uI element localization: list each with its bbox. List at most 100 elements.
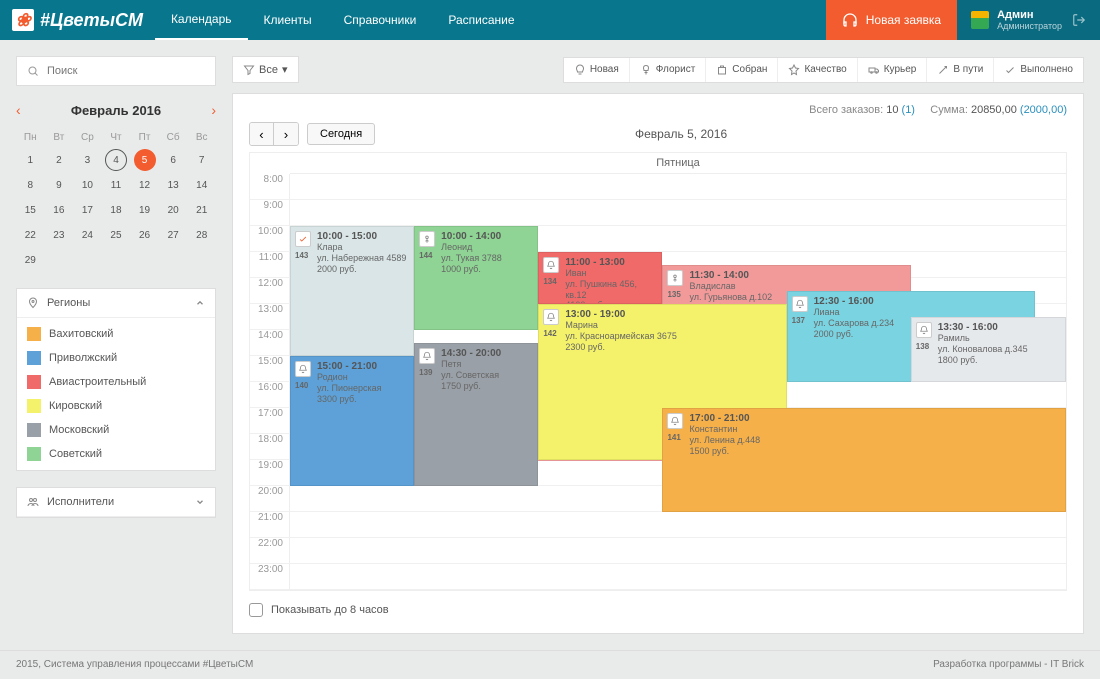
event-time: 11:30 - 14:00 xyxy=(689,270,903,281)
cal-day[interactable]: 8 xyxy=(16,174,45,197)
cal-day[interactable]: 1 xyxy=(16,149,45,172)
new-order-button[interactable]: Новая заявка xyxy=(826,0,957,40)
region-label: Кировский xyxy=(49,400,102,412)
user-box[interactable]: Админ Администратор xyxy=(957,0,1100,40)
show-before-8-checkbox[interactable]: Показывать до 8 часов xyxy=(249,603,1067,617)
cal-day[interactable]: 15 xyxy=(16,199,45,222)
funnel-icon xyxy=(243,64,255,76)
cal-day[interactable]: 29 xyxy=(16,249,45,272)
region-label: Вахитовский xyxy=(49,328,113,340)
status-filter-2[interactable]: Собран xyxy=(705,58,777,82)
search-input[interactable] xyxy=(47,65,205,77)
prev-day-button[interactable]: ‹ xyxy=(250,123,274,145)
region-item[interactable]: Советский xyxy=(17,442,215,466)
cal-day[interactable]: 7 xyxy=(187,149,216,172)
cal-day[interactable]: 14 xyxy=(187,174,216,197)
event-card[interactable]: 14410:00 - 14:00Леонидул. Тукая 37881000… xyxy=(414,226,538,330)
cal-day[interactable]: 17 xyxy=(73,199,102,222)
cal-day[interactable]: 18 xyxy=(102,199,131,222)
region-item[interactable]: Кировский xyxy=(17,394,215,418)
logout-icon[interactable] xyxy=(1072,13,1086,27)
status-filter-5[interactable]: В пути xyxy=(926,58,993,82)
status-filter-0[interactable]: Новая xyxy=(564,58,629,82)
region-item[interactable]: Приволжский xyxy=(17,346,215,370)
event-name: Константин xyxy=(689,424,1059,435)
caret-down-icon: ▾ xyxy=(282,63,288,76)
status-icon xyxy=(868,64,880,76)
event-address: ул. Тукая 3788 xyxy=(441,253,531,264)
event-status-icon xyxy=(295,361,311,377)
cal-day[interactable]: 10 xyxy=(73,174,102,197)
nav-item-3[interactable]: Расписание xyxy=(432,0,530,40)
cal-day[interactable]: 22 xyxy=(16,224,45,247)
region-item[interactable]: Вахитовский xyxy=(17,322,215,346)
cal-day[interactable]: 21 xyxy=(187,199,216,222)
cal-day[interactable]: 5 xyxy=(134,149,156,171)
event-address: ул. Красноармейская 3675 xyxy=(565,331,779,342)
nav-item-1[interactable]: Клиенты xyxy=(248,0,328,40)
cal-day[interactable]: 28 xyxy=(187,224,216,247)
hour-label: 16:00 xyxy=(250,382,290,407)
nav-item-0[interactable]: Календарь xyxy=(155,0,248,40)
event-card[interactable]: 13813:30 - 16:00Рамильул. Коновалова д.3… xyxy=(911,317,1066,382)
status-filter-3[interactable]: Качество xyxy=(777,58,856,82)
search-box[interactable] xyxy=(16,56,216,86)
cal-day[interactable]: 13 xyxy=(159,174,188,197)
cal-day[interactable]: 6 xyxy=(159,149,188,172)
cal-prev-icon[interactable]: ‹ xyxy=(16,102,21,118)
event-time: 13:30 - 16:00 xyxy=(938,322,1059,333)
cal-day[interactable]: 16 xyxy=(45,199,74,222)
nav-item-2[interactable]: Справочники xyxy=(328,0,433,40)
event-card[interactable]: 14310:00 - 15:00Клараул. Набережная 4589… xyxy=(290,226,414,356)
cal-day[interactable]: 24 xyxy=(73,224,102,247)
event-card[interactable]: 14015:00 - 21:00Родионул. Пионерская3300… xyxy=(290,356,414,486)
cal-day[interactable]: 3 xyxy=(73,149,102,172)
logo[interactable]: ❀ #ЦветыСМ xyxy=(0,0,155,40)
hour-label: 17:00 xyxy=(250,408,290,433)
region-item[interactable]: Московский xyxy=(17,418,215,442)
region-item[interactable]: Авиастроительный xyxy=(17,370,215,394)
event-time: 12:30 - 16:00 xyxy=(814,296,1028,307)
cal-day[interactable]: 26 xyxy=(130,224,159,247)
cal-day[interactable]: 11 xyxy=(102,174,131,197)
cal-day[interactable]: 25 xyxy=(102,224,131,247)
event-time: 17:00 - 21:00 xyxy=(689,413,1059,424)
next-day-button[interactable]: › xyxy=(274,123,298,145)
cal-day[interactable]: 2 xyxy=(45,149,74,172)
cal-day[interactable]: 23 xyxy=(45,224,74,247)
region-swatch xyxy=(27,375,41,389)
cal-next-icon[interactable]: › xyxy=(211,102,216,118)
event-card[interactable]: 13914:30 - 20:00Петяул. Советская1750 ру… xyxy=(414,343,538,486)
event-status-icon xyxy=(916,322,932,338)
event-card[interactable]: 14117:00 - 21:00Константинул. Ленина д.4… xyxy=(662,408,1066,512)
event-address: ул. Советская xyxy=(441,370,531,381)
cal-day[interactable]: 19 xyxy=(130,199,159,222)
event-id: 144 xyxy=(419,251,432,260)
status-filter-4[interactable]: Курьер xyxy=(857,58,927,82)
event-price: 2300 руб. xyxy=(565,342,779,353)
status-filters: НоваяФлористСобранКачествоКурьерВ путиВы… xyxy=(563,57,1084,83)
users-icon xyxy=(27,496,39,508)
today-button[interactable]: Сегодня xyxy=(307,123,375,145)
region-swatch xyxy=(27,447,41,461)
filter-all-button[interactable]: Все ▾ xyxy=(232,56,299,83)
status-icon xyxy=(574,64,586,76)
event-id: 135 xyxy=(667,290,680,299)
cal-day[interactable]: 9 xyxy=(45,174,74,197)
event-name: Иван xyxy=(565,268,655,279)
status-filter-1[interactable]: Флорист xyxy=(629,58,706,82)
cal-day[interactable]: 12 xyxy=(130,174,159,197)
cal-day[interactable]: 4 xyxy=(105,149,127,171)
event-address: ул. Пушкина 456, кв.12 xyxy=(565,279,655,301)
performers-header[interactable]: Исполнители xyxy=(17,488,215,517)
event-card[interactable]: 13411:00 - 13:00Иванул. Пушкина 456, кв.… xyxy=(538,252,662,304)
regions-header[interactable]: Регионы xyxy=(17,289,215,318)
hour-label: 20:00 xyxy=(250,486,290,511)
status-filter-6[interactable]: Выполнено xyxy=(993,58,1083,82)
search-icon xyxy=(27,65,39,77)
cal-dow: Вт xyxy=(45,128,74,147)
cal-day[interactable]: 20 xyxy=(159,199,188,222)
cal-dow: Ср xyxy=(73,128,102,147)
user-avatar-icon xyxy=(971,11,989,29)
cal-day[interactable]: 27 xyxy=(159,224,188,247)
